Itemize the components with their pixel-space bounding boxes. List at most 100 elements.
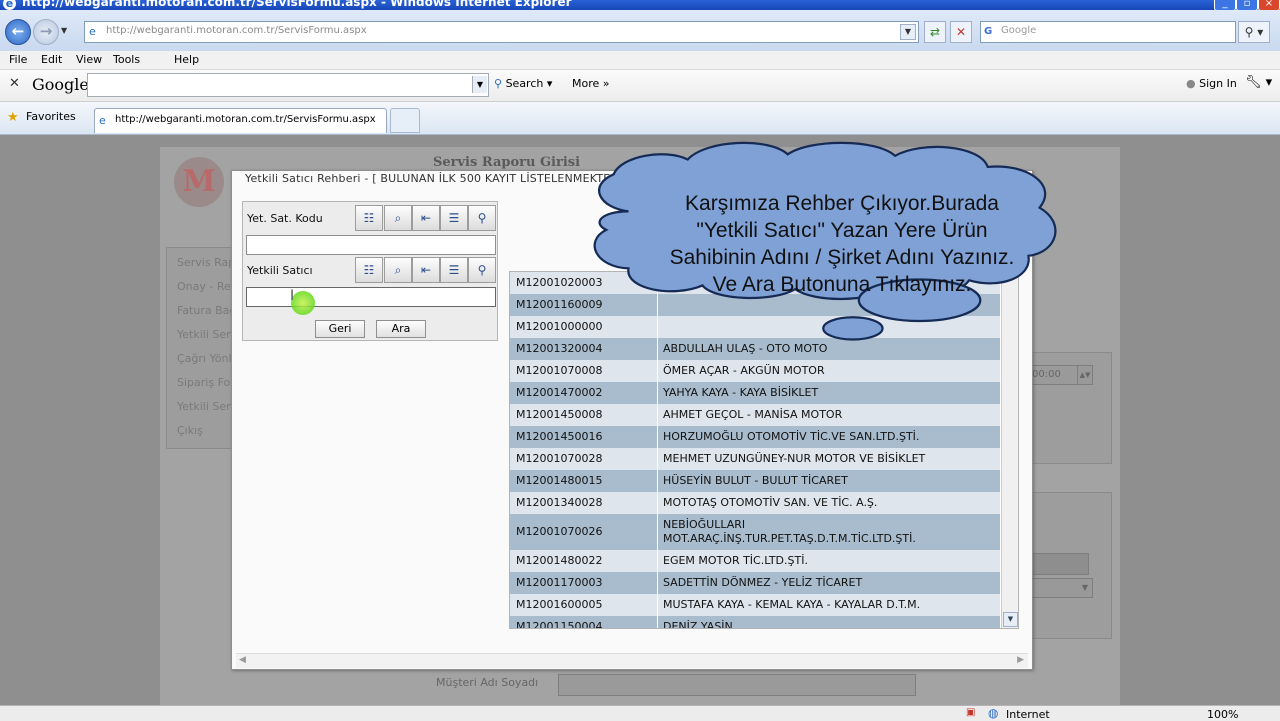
table-row[interactable]: M12001070028 MEHMET UZUNGÜNEY-NUR MOTOR V… <box>510 448 1000 470</box>
dealer-code-cell: M12001070008 <box>516 364 603 377</box>
table-row[interactable]: M12001070026 NEBİOĞULLARI MOT.ARAÇ.İNŞ.TUR… <box>510 514 1000 550</box>
favorites-button[interactable]: Favorites <box>26 110 76 123</box>
search-filter-button[interactable]: ⚲ <box>468 205 496 231</box>
time-field[interactable]: 00:00 <box>1029 365 1079 385</box>
search-filter-button-2[interactable]: ⚲ <box>468 257 496 283</box>
list-icon: ☷ <box>363 211 375 225</box>
left-menu-item[interactable]: Sipariş For <box>177 376 233 389</box>
side-dropdown[interactable]: ▼ <box>1027 578 1093 598</box>
table-row[interactable]: M12001450008 AHMET GEÇOL - MANİSA MOTOR <box>510 404 1000 426</box>
dealer-code-cell: M12001480022 <box>516 554 603 567</box>
dealer-name-label: Yetkili Satıcı <box>247 264 313 277</box>
sort-filter-button-2[interactable]: ☰ <box>440 257 468 283</box>
dialog-horizontal-scrollbar[interactable]: ◀ ▶ <box>236 653 1028 668</box>
browser-search-field[interactable]: G Google <box>980 21 1236 43</box>
dealer-name-cell: NEBİOĞULLARI <box>663 518 746 531</box>
window-title-bar: e http://webgaranti.motoran.com.tr/Servi… <box>0 0 1280 10</box>
back-button[interactable]: ← <box>5 19 31 45</box>
close-toolbar-icon[interactable]: ✕ <box>9 76 20 91</box>
dealer-name-cell: EGEM MOTOR TİC.LTD.ŞTİ. <box>663 554 808 567</box>
page-icon: e <box>89 25 96 38</box>
menu-edit[interactable]: Edit <box>41 53 62 66</box>
left-menu-item[interactable]: Yetkili Ser <box>177 328 233 341</box>
range-icon: ⇤ <box>420 211 432 225</box>
history-dropdown[interactable]: ▼ <box>61 26 67 35</box>
minimize-button[interactable]: _ <box>1214 0 1236 10</box>
scroll-right-icon[interactable]: ▶ <box>1017 655 1024 665</box>
address-url: http://webgaranti.motoran.com.tr/ServisF… <box>106 25 367 36</box>
left-menu-item[interactable]: Çıkış <box>177 424 233 437</box>
table-row[interactable]: M12001070008 ÖMER AÇAR - AKGÜN MOTOR <box>510 360 1000 382</box>
google-more-button[interactable]: More » <box>572 77 610 90</box>
table-row[interactable]: M12001170003 SADETTİN DÖNMEZ - YELİZ TİCA… <box>510 572 1000 594</box>
menu-view[interactable]: View <box>76 53 102 66</box>
side-field[interactable] <box>1027 553 1089 575</box>
dealer-name-cell: HÜSEYİN BULUT - BULUT TİCARET <box>663 474 848 487</box>
menu-file[interactable]: File <box>9 53 27 66</box>
dealer-name-input[interactable]: I <box>246 287 496 315</box>
close-button[interactable]: × <box>1258 0 1280 10</box>
dealer-code-cell: M12001450016 <box>516 430 603 443</box>
zoom-filter-button-2[interactable]: ⌕ <box>384 257 412 283</box>
left-menu-item[interactable]: Fatura Bağ <box>177 304 233 317</box>
address-field[interactable]: e http://webgaranti.motoran.com.tr/Servi… <box>84 21 919 43</box>
dealer-name-cell: YAHYA KAYA - KAYA BİSİKLET <box>663 386 819 399</box>
browser-tab[interactable]: e http://webgaranti.motoran.com.tr/Servi… <box>94 108 387 133</box>
left-menu-item[interactable]: Servis Rap <box>177 256 233 269</box>
star-icon: ★ <box>7 110 19 125</box>
filter-list-button[interactable]: ☷ <box>355 205 383 231</box>
range-icon: ⇤ <box>420 263 432 277</box>
table-row[interactable]: M12001150004 DENİZ YASİN <box>510 616 1000 628</box>
new-tab-button[interactable] <box>390 108 420 133</box>
range-filter-button[interactable]: ⇤ <box>412 205 440 231</box>
cloud-bubble-small <box>822 316 884 341</box>
forward-button[interactable]: → <box>33 19 59 45</box>
scroll-down-icon[interactable]: ▼ <box>1003 612 1018 627</box>
column-divider <box>657 404 658 426</box>
zoom-level[interactable]: 100% <box>1207 708 1238 721</box>
google-search-input[interactable]: ▼ <box>87 73 489 97</box>
dealer-code-input[interactable] <box>246 235 496 255</box>
menu-tools[interactable]: Help <box>174 53 199 66</box>
filter-list-button-2[interactable]: ☷ <box>355 257 383 283</box>
google-sign-in[interactable]: ● Sign In <box>1186 77 1237 90</box>
sort-icon: ☰ <box>448 263 460 277</box>
google-search-dropdown[interactable]: ▼ <box>472 76 487 93</box>
dealer-name-cell: MUSTAFA KAYA - KEMAL KAYA - KAYALAR D.T.… <box>663 598 921 611</box>
refresh-button[interactable]: ⇄ <box>924 21 946 43</box>
left-menu-item[interactable]: Yetkili Ser <box>177 400 233 413</box>
dealer-code-cell: M12001470002 <box>516 386 603 399</box>
table-row[interactable]: M12001320004 ABDULLAH ULAŞ - OTO MOTO <box>510 338 1000 360</box>
back-button[interactable]: Geri <box>315 320 365 338</box>
stop-button[interactable]: ✕ <box>950 21 972 43</box>
table-row[interactable]: M12001340028 MOTOTAŞ OTOMOTİV SAN. VE TİC… <box>510 492 1000 514</box>
left-menu: Servis Rap Onay - Re Fatura Bağ Yetkili … <box>166 247 238 449</box>
table-row[interactable]: M12001470002 YAHYA KAYA - KAYA BİSİKLET <box>510 382 1000 404</box>
search-button[interactable]: Ara <box>376 320 426 338</box>
scroll-left-icon[interactable]: ◀ <box>239 655 246 665</box>
maximize-button[interactable]: ▫ <box>1236 0 1258 10</box>
wrench-icon[interactable]: 🔧︎ ▾ <box>1245 75 1272 90</box>
search-icon: ⚲ <box>477 211 487 225</box>
menu-favorites[interactable]: Tools <box>113 53 140 66</box>
table-row[interactable]: M12001480022 EGEM MOTOR TİC.LTD.ŞTİ. <box>510 550 1000 572</box>
browser-search-button[interactable]: ⚲ ▾ <box>1238 21 1270 43</box>
time-spinner[interactable]: ▲▼ <box>1077 365 1093 385</box>
table-row[interactable]: M12001450016 HORZUMOĞLU OTOMOTİV TİC.VE S… <box>510 426 1000 448</box>
zoom-filter-button[interactable]: ⌕ <box>384 205 412 231</box>
customer-name-label: Müşteri Adı Soyadı <box>436 676 539 689</box>
tab-title: http://webgaranti.motoran.com.tr/ServisF… <box>115 114 376 125</box>
table-row[interactable]: M12001480015 HÜSEYİN BULUT - BULUT TİCARE… <box>510 470 1000 492</box>
sort-filter-button[interactable]: ☰ <box>440 205 468 231</box>
search-icon: ⚲ <box>477 263 487 277</box>
range-filter-button-2[interactable]: ⇤ <box>412 257 440 283</box>
customer-name-input[interactable] <box>558 674 916 696</box>
left-menu-item[interactable]: Onay - Re <box>177 280 233 293</box>
google-search-button[interactable]: ⚲ Search ▾ <box>494 77 552 90</box>
dealer-code-cell: M12001600005 <box>516 598 603 611</box>
left-menu-item[interactable]: Çağrı Yönl <box>177 352 233 365</box>
security-icon: ▣ <box>966 707 976 718</box>
table-row[interactable]: M12001600005 MUSTAFA KAYA - KEMAL KAYA - … <box>510 594 1000 616</box>
address-dropdown[interactable]: ▼ <box>900 24 916 40</box>
ie-icon: e <box>99 114 106 127</box>
